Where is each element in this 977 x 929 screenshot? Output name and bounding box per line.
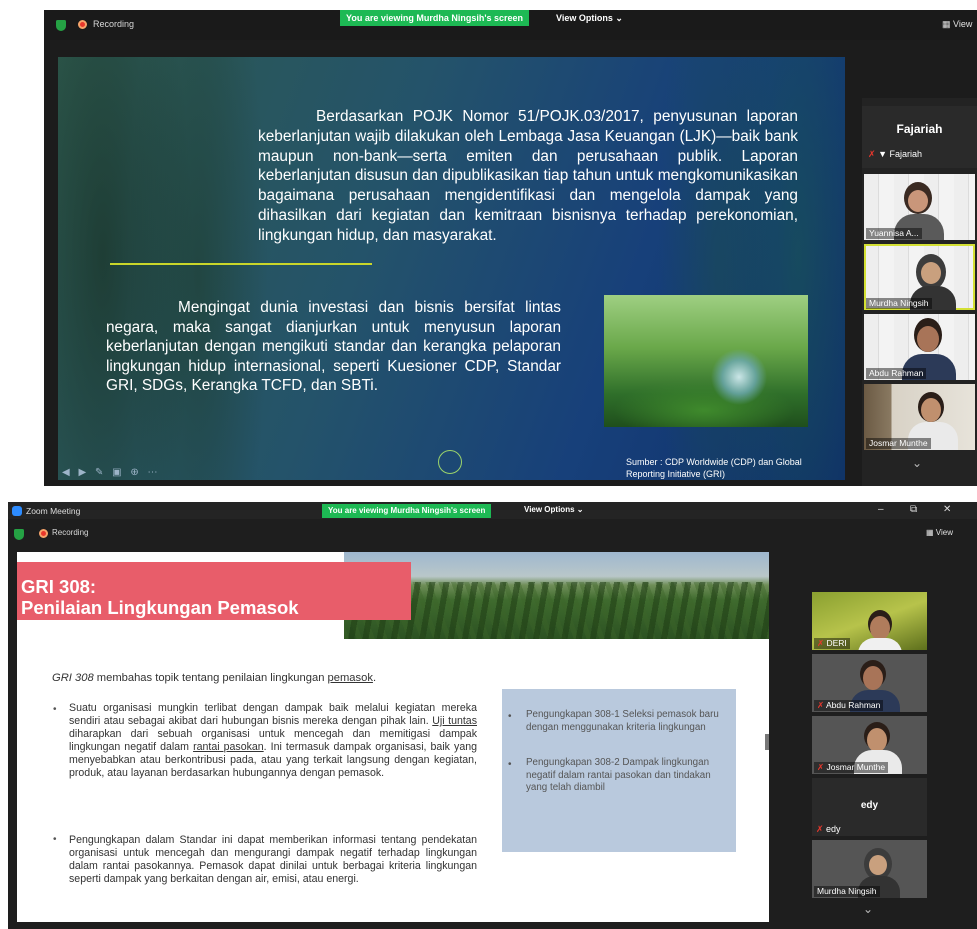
window-titlebar: Zoom Meeting You are viewing Murdha Ning… bbox=[8, 502, 977, 519]
slide-source: Sumber : CDP Worldwide (CDP) dan Global … bbox=[626, 457, 802, 479]
chevron-down-icon[interactable]: ⌄ bbox=[912, 456, 922, 470]
participant-name: Murdha Ningsih bbox=[814, 886, 880, 897]
participant-tile[interactable]: ✗ Josmar Munthe bbox=[812, 716, 927, 774]
viewing-screen-banner: You are viewing Murdha Ningsih's screen bbox=[340, 10, 530, 26]
active-speaker-name: edy bbox=[860, 800, 879, 811]
disclosure-308-2: Pengungkapan 308-2 Dampak lingkungan neg… bbox=[526, 757, 711, 793]
slide-controls[interactable]: ◀ ▶ ✎ ▣ ⊕ ⋯ bbox=[62, 467, 160, 478]
disclosure-308-1: Pengungkapan 308-1 Seleksi pemasok baru … bbox=[526, 709, 719, 733]
slide-paragraph-international: Mengingat dunia investasi dan bisnis ber… bbox=[106, 299, 561, 395]
active-speaker-tile[interactable]: edy ✗ edy bbox=[812, 778, 927, 836]
view-label: View bbox=[935, 528, 953, 537]
grid-view-icon: ▦ bbox=[926, 528, 936, 537]
meeting-window-1: Recording You are viewing Murdha Ningsih… bbox=[44, 10, 977, 486]
bullet-item-2: Pengungkapan dalam Standar ini dapat mem… bbox=[69, 834, 477, 886]
recording-label: Recording bbox=[52, 528, 89, 537]
encryption-shield-icon[interactable] bbox=[14, 529, 24, 540]
slide-title: GRI 308: Penilaian Lingkungan Pemasok bbox=[21, 576, 299, 618]
divider-line bbox=[110, 263, 372, 265]
participant-tile[interactable]: Murdha Ningsih bbox=[812, 840, 927, 898]
participant-name: ✗ Josmar Munthe bbox=[814, 762, 889, 773]
recording-label: Recording bbox=[93, 19, 135, 29]
participant-name: ✗ DERI bbox=[814, 638, 850, 649]
mic-muted-icon: ✗ bbox=[816, 824, 827, 834]
bullet-dot: • bbox=[53, 704, 57, 715]
bullet-dot: • bbox=[508, 711, 512, 722]
view-button[interactable]: ▦ View bbox=[942, 19, 972, 30]
chevron-down-icon[interactable]: ⌄ bbox=[863, 902, 873, 916]
slide-title-line1: GRI 308: bbox=[21, 576, 97, 597]
view-options-button[interactable]: View Options ⌄ bbox=[524, 505, 583, 514]
close-button[interactable]: ✕ bbox=[943, 504, 951, 515]
shared-slide-2: GRI 308: Penilaian Lingkungan Pemasok GR… bbox=[17, 552, 769, 922]
active-speaker-tile[interactable]: Fajariah ✗ ▼ Fajariah bbox=[862, 106, 977, 168]
zoom-logo-icon bbox=[12, 506, 22, 516]
grid-view-icon: ▦ bbox=[942, 19, 954, 29]
recording-icon bbox=[78, 20, 87, 29]
minimize-button[interactable]: – bbox=[878, 504, 884, 515]
participant-name: ✗ Abdu Rahman bbox=[814, 700, 884, 711]
mic-muted-icon: ✗ bbox=[868, 149, 876, 159]
participant-tile[interactable]: Murdha Ningsih bbox=[864, 244, 975, 310]
shared-slide-1: Berdasarkan POJK Nomor 51/POJK.03/2017, … bbox=[58, 57, 845, 480]
participant-name: Josmar Munthe bbox=[866, 438, 931, 449]
view-button[interactable]: ▦ View bbox=[926, 528, 953, 537]
participant-tile[interactable]: Yuannisa A... bbox=[864, 174, 975, 240]
participant-name: Yuannisa A... bbox=[866, 228, 922, 239]
bullet-dot: • bbox=[508, 759, 512, 770]
viewing-screen-banner: You are viewing Murdha Ningsih's screen bbox=[322, 504, 492, 518]
participant-tile[interactable]: Abdu Rahman bbox=[864, 314, 975, 380]
participant-name: ✗ edy bbox=[816, 824, 841, 834]
active-speaker-name: Fajariah bbox=[896, 122, 943, 136]
slide-intro: GRI 308 membahas topik tentang penilaian… bbox=[52, 672, 377, 684]
participant-name: Abdu Rahman bbox=[866, 368, 927, 379]
slide-paragraph-pojk: Berdasarkan POJK Nomor 51/POJK.03/2017, … bbox=[258, 108, 798, 244]
participant-tile[interactable]: ✗ DERI bbox=[812, 592, 927, 650]
view-options-button[interactable]: View Options ⌄ bbox=[556, 13, 623, 24]
pin-icon: ▼ bbox=[878, 149, 887, 159]
participant-name: Murdha Ningsih bbox=[866, 298, 932, 309]
pointer-circle bbox=[438, 450, 462, 474]
encryption-shield-icon[interactable] bbox=[56, 20, 66, 31]
speaker-name-tag: ✗ ▼ Fajariah bbox=[868, 149, 923, 159]
meeting-window-2: Zoom Meeting You are viewing Murdha Ning… bbox=[8, 502, 977, 929]
meeting-topbar: Recording You are viewing Murdha Ningsih… bbox=[44, 10, 977, 40]
participant-panel-1: Fajariah ✗ ▼ Fajariah Yuannisa A... Murd… bbox=[862, 98, 977, 486]
panel-resize-handle[interactable] bbox=[765, 734, 769, 750]
participant-tile[interactable]: Josmar Munthe bbox=[864, 384, 975, 450]
bullet-item-1: Suatu organisasi mungkin terlibat dengan… bbox=[69, 702, 477, 780]
participant-tile[interactable]: ✗ Abdu Rahman bbox=[812, 654, 927, 712]
participant-panel-2: ✗ DERI ✗ Abdu Rahman ✗ Josmar Munthe edy… bbox=[809, 590, 929, 929]
view-label: View bbox=[953, 19, 973, 29]
recording-icon bbox=[39, 529, 48, 538]
glass-globe-image bbox=[604, 295, 808, 427]
maximize-button[interactable]: ⧉ bbox=[910, 504, 917, 515]
slide-title-line2: Penilaian Lingkungan Pemasok bbox=[21, 597, 299, 618]
bullet-dot: • bbox=[53, 834, 57, 845]
mic-muted-icon: ✗ bbox=[817, 700, 827, 710]
title-banner: GRI 308: Penilaian Lingkungan Pemasok bbox=[17, 562, 411, 620]
disclosure-box: • Pengungkapan 308-1 Seleksi pemasok bar… bbox=[502, 689, 736, 852]
window-title: Zoom Meeting bbox=[26, 506, 81, 516]
